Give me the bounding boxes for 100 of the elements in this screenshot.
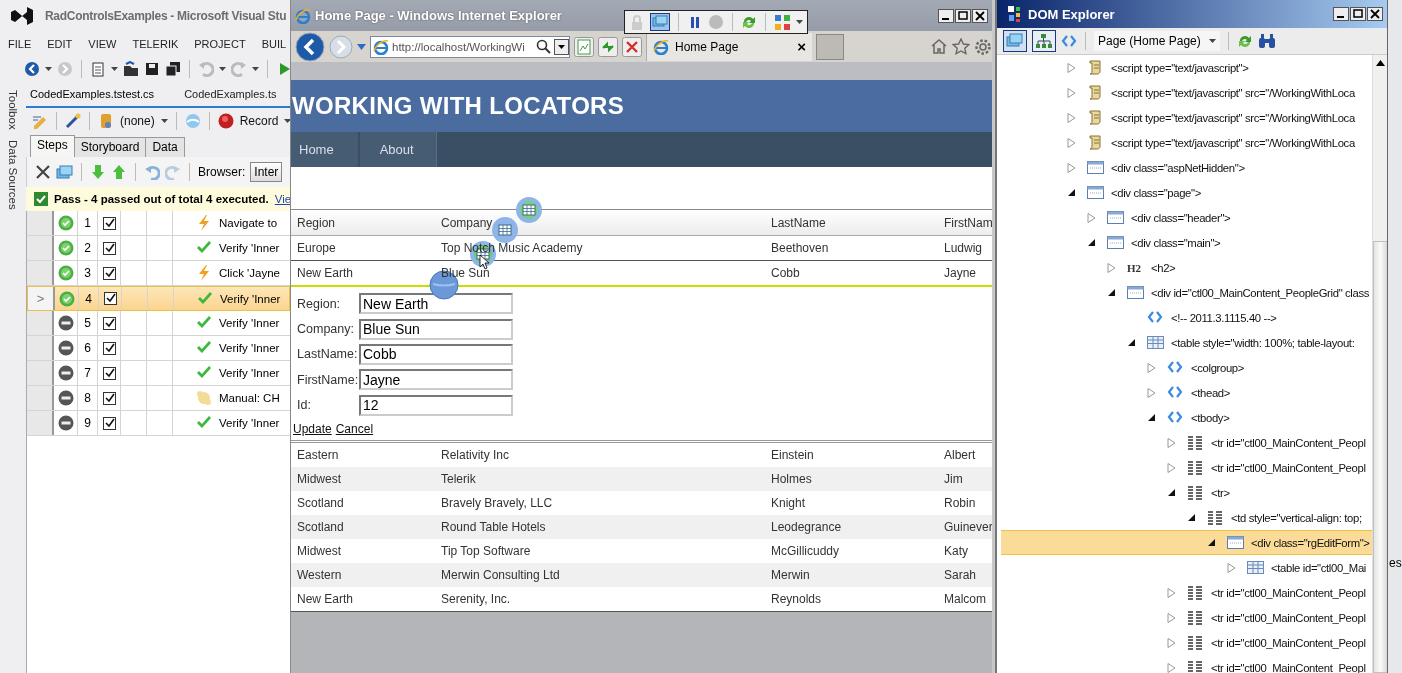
tree-row[interactable]: <tr> bbox=[1001, 480, 1372, 505]
step-row[interactable]: 6 Verify 'Inner bbox=[27, 336, 290, 361]
page-dropdown[interactable]: Page (Home Page) bbox=[1094, 31, 1220, 51]
tree-row[interactable]: H2 <h2> bbox=[1001, 255, 1372, 280]
table-row[interactable]: New Earth Serenity, Inc. Reynolds Malcom bbox=[291, 586, 992, 612]
stop-icon[interactable] bbox=[622, 36, 642, 57]
tree-row[interactable]: <div class="page"> bbox=[1001, 180, 1372, 205]
tree-row[interactable]: <div class="aspNetHidden"> bbox=[1001, 155, 1372, 180]
expanded-icon[interactable] bbox=[1087, 238, 1096, 247]
new-tab-button[interactable] bbox=[816, 33, 844, 60]
step-row[interactable]: 9 Verify 'Inner bbox=[27, 411, 290, 436]
collapsed-icon[interactable] bbox=[1067, 162, 1076, 173]
maximize-icon[interactable] bbox=[1350, 7, 1366, 21]
collapsed-icon[interactable] bbox=[1167, 462, 1176, 473]
tree-row[interactable]: <tr id="ctl00_MainContent_Peopl bbox=[1001, 655, 1372, 673]
save-icon[interactable] bbox=[144, 60, 160, 77]
scroll-up-icon[interactable] bbox=[1375, 60, 1385, 66]
table-row[interactable]: Midwest Telerik Holmes Jim bbox=[291, 466, 992, 491]
step-row[interactable]: 2 Verify 'Inner bbox=[27, 236, 290, 261]
address-bar[interactable]: http://localhost/WorkingWi bbox=[370, 35, 570, 58]
tree-row[interactable]: <colgroup> bbox=[1001, 355, 1372, 380]
collapsed-icon[interactable] bbox=[1107, 262, 1116, 273]
configuration-dropdown[interactable]: (none) bbox=[98, 113, 168, 129]
tree-row[interactable]: <td style="vertical-align: top; bbox=[1001, 505, 1372, 530]
checkbox[interactable] bbox=[102, 216, 116, 230]
collapsed-icon[interactable] bbox=[1227, 562, 1236, 573]
input-field[interactable]: 12 bbox=[359, 394, 513, 416]
collapsed-icon[interactable] bbox=[1067, 87, 1076, 98]
checkbox[interactable] bbox=[103, 292, 117, 305]
tree-row[interactable]: <div class="header"> bbox=[1001, 205, 1372, 230]
menu-item[interactable]: BUIL bbox=[261, 37, 287, 50]
binoculars-icon[interactable] bbox=[1258, 33, 1276, 49]
step-row[interactable]: 8 Manual: CH bbox=[27, 386, 290, 411]
tab[interactable]: Storyboard bbox=[73, 137, 147, 157]
checkbox[interactable] bbox=[102, 366, 116, 380]
menu-link[interactable]: Home bbox=[291, 132, 360, 167]
maximize-icon[interactable] bbox=[955, 8, 971, 23]
collapsed-icon[interactable] bbox=[1067, 137, 1076, 148]
compatibility-icon[interactable] bbox=[574, 36, 594, 57]
collapsed-icon[interactable] bbox=[1167, 587, 1176, 598]
caret-icon[interactable] bbox=[111, 66, 118, 71]
menu-item[interactable]: FILE bbox=[8, 37, 32, 50]
expanded-icon[interactable] bbox=[1107, 288, 1116, 297]
save-all-icon[interactable] bbox=[165, 60, 181, 77]
wand-icon[interactable] bbox=[65, 113, 81, 129]
collapsed-icon[interactable] bbox=[1167, 612, 1176, 623]
column-header[interactable]: Region bbox=[291, 215, 435, 230]
checkbox[interactable] bbox=[102, 241, 116, 255]
favorites-icon[interactable] bbox=[952, 37, 970, 56]
dropdown-icon[interactable] bbox=[554, 38, 569, 55]
scroll-thumb[interactable] bbox=[1372, 241, 1387, 673]
search-icon[interactable] bbox=[536, 39, 551, 54]
menu-item[interactable]: PROJECT bbox=[194, 37, 246, 50]
caret-icon[interactable] bbox=[357, 43, 366, 50]
checkbox[interactable] bbox=[102, 316, 116, 330]
column-header[interactable]: LastName bbox=[765, 215, 938, 230]
menu-link[interactable]: About bbox=[359, 132, 437, 167]
input-field[interactable]: Jayne bbox=[359, 369, 513, 391]
tree-row[interactable]: <script type="text/javascript" src="/WorkingWithLoca bbox=[1001, 80, 1372, 105]
open-folder-icon[interactable] bbox=[123, 60, 139, 77]
collapsed-icon[interactable] bbox=[1167, 437, 1176, 448]
table-row[interactable]: Western Merwin Consulting Ltd Merwin Sarah bbox=[291, 562, 992, 587]
tree-row[interactable]: <div class="rgEditForm"> bbox=[1001, 530, 1372, 555]
expanded-icon[interactable] bbox=[1187, 513, 1196, 522]
step-row[interactable]: 7 Verify 'Inner bbox=[27, 361, 290, 386]
step-row[interactable]: 1 Navigate to bbox=[27, 211, 290, 236]
tree-row[interactable]: <tr id="ctl00_MainContent_Peopl bbox=[1001, 630, 1372, 655]
input-field[interactable]: Cobb bbox=[359, 343, 513, 365]
side-tab[interactable]: Toolbox bbox=[7, 90, 19, 130]
caret-icon[interactable] bbox=[796, 20, 803, 24]
tree-row[interactable]: <!-- 2011.3.1115.40 --> bbox=[1001, 305, 1372, 330]
expanded-icon[interactable] bbox=[1167, 488, 1176, 497]
tree-row[interactable]: <tbody> bbox=[1001, 405, 1372, 430]
checkbox[interactable] bbox=[102, 341, 116, 355]
minimize-icon[interactable] bbox=[938, 8, 954, 23]
tree-row[interactable]: <table style="width: 100%; table-layout: bbox=[1001, 330, 1372, 355]
tree-row[interactable]: <tr id="ctl00_MainContent_Peopl bbox=[1001, 605, 1372, 630]
checkbox[interactable] bbox=[102, 266, 116, 280]
tree-row[interactable]: <div class="main"> bbox=[1001, 230, 1372, 255]
back-icon[interactable] bbox=[24, 60, 40, 77]
table-row[interactable]: Scotland Bravely Bravely, LLC Knight Robin bbox=[291, 490, 992, 515]
collapsed-icon[interactable] bbox=[1147, 362, 1156, 373]
view-link[interactable]: Vie bbox=[274, 193, 290, 205]
menu-item[interactable]: EDIT bbox=[47, 37, 73, 50]
checkbox[interactable] bbox=[102, 416, 116, 430]
close-tab-button[interactable]: × bbox=[797, 38, 806, 55]
side-tab[interactable]: Data Sources bbox=[7, 139, 19, 210]
new-file-icon[interactable] bbox=[90, 60, 106, 77]
refresh-icon[interactable] bbox=[1237, 33, 1253, 49]
home-icon[interactable] bbox=[930, 37, 948, 56]
caret-icon[interactable] bbox=[45, 66, 52, 71]
step-row[interactable]: 5 Verify 'Inner bbox=[27, 311, 290, 336]
grid-icon[interactable] bbox=[774, 13, 791, 31]
action-link[interactable]: Cancel bbox=[335, 421, 374, 436]
menu-item[interactable]: TELERIK bbox=[132, 37, 179, 50]
column-header[interactable]: Company bbox=[435, 215, 765, 230]
back-icon[interactable] bbox=[295, 31, 325, 62]
tree-row[interactable]: <tr id="ctl00_MainContent_Peopl bbox=[1001, 455, 1372, 480]
checkbox[interactable] bbox=[102, 391, 116, 405]
tree-row[interactable]: <tr id="ctl00_MainContent_Peopl bbox=[1001, 580, 1372, 605]
